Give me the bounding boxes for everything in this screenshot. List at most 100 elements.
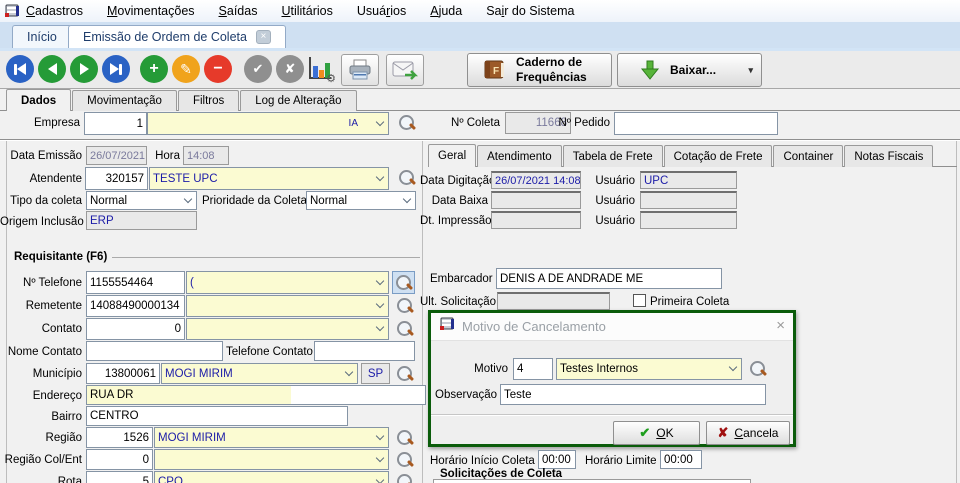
menu-movimentacoes[interactable]: Movimentações — [107, 4, 195, 18]
horario-limite-field[interactable]: 00:00 — [660, 450, 702, 469]
check-icon: ✔ — [253, 61, 264, 77]
empresa-combo[interactable]: IA — [147, 112, 389, 135]
geral-tab-strip: Geral Atendimento Tabela de Frete Cotaçã… — [428, 145, 957, 167]
tipo-coleta-combo[interactable]: Normal — [86, 191, 197, 210]
municipio-code-field[interactable]: 13800061 — [86, 363, 160, 384]
tab-log-alteracao[interactable]: Log de Alteração — [240, 90, 356, 111]
book-icon: F — [482, 58, 508, 82]
atendente-search-icon[interactable] — [398, 169, 416, 187]
chevron-down-icon — [376, 300, 384, 308]
telefone-field[interactable]: 1155554464 — [86, 271, 185, 294]
print-button[interactable] — [341, 54, 379, 86]
tab-movimentacao[interactable]: Movimentação — [72, 90, 177, 111]
rota-search-icon[interactable] — [396, 473, 414, 483]
tab-filtros[interactable]: Filtros — [178, 90, 239, 111]
primeira-coleta-checkbox[interactable] — [633, 294, 646, 307]
confirm-button[interactable]: ✔ — [244, 55, 272, 83]
chevron-down-icon — [376, 323, 384, 331]
menu-utilitarios[interactable]: Utilitários — [281, 4, 332, 18]
cancel-button[interactable]: ✘ — [276, 55, 304, 83]
empresa-code-field[interactable]: 1 — [84, 112, 147, 135]
baixar-button[interactable]: Baixar... ▾ — [617, 53, 762, 87]
remetente-combo[interactable] — [186, 295, 389, 317]
prioridade-value: Normal — [310, 195, 347, 207]
contato-field[interactable]: 0 — [86, 318, 185, 340]
telefone-search-icon[interactable] — [395, 274, 413, 292]
tab-close-icon[interactable]: × — [256, 30, 271, 44]
telefone-contato-field[interactable] — [314, 341, 415, 361]
page-tab-strip: Dados Movimentação Filtros Log de Altera… — [0, 90, 960, 111]
menu-ajuda[interactable]: Ajuda — [430, 4, 462, 18]
regiao-colent-search-icon[interactable] — [396, 451, 414, 469]
dialog-close-icon[interactable]: × — [776, 317, 785, 335]
previous-record-button[interactable] — [38, 55, 66, 83]
endereco-field[interactable]: RUA DR — [86, 385, 426, 405]
motivo-search-icon[interactable] — [749, 360, 767, 378]
telefone-combo[interactable]: ( — [186, 271, 389, 294]
tab-geral[interactable]: Geral — [428, 144, 476, 167]
telefone-contato-label: Telefone Contato — [226, 346, 312, 358]
municipio-search-icon[interactable] — [396, 365, 414, 383]
rota-combo[interactable]: CPQ — [154, 471, 389, 483]
download-arrow-icon — [640, 59, 660, 81]
remetente-field[interactable]: 14088490000134 — [86, 295, 185, 317]
usuario3-field — [640, 211, 737, 229]
atendente-code-field[interactable]: 320157 — [85, 167, 148, 190]
next-record-button[interactable] — [70, 55, 98, 83]
regiao-combo[interactable]: MOGI MIRIM — [154, 427, 389, 448]
menu-sair[interactable]: Sair do Sistema — [486, 4, 574, 18]
motivo-label: Motivo — [451, 363, 508, 375]
send-mail-button[interactable] — [386, 54, 424, 86]
delete-record-button[interactable]: − — [204, 55, 232, 83]
chart-tool-button[interactable]: ⚙ — [306, 55, 336, 85]
tipo-coleta-label: Tipo da coleta — [2, 195, 82, 207]
embarcador-field[interactable]: DENIS A DE ANDRADE ME — [496, 268, 722, 289]
horario-inicio-field[interactable]: 00:00 — [538, 450, 576, 469]
ok-button[interactable]: ✔ OK — [613, 421, 700, 445]
chevron-down-icon — [403, 194, 411, 202]
contato-search-icon[interactable] — [396, 320, 414, 338]
tab-atendimento[interactable]: Atendimento — [477, 145, 562, 167]
data-emissao-label: Data Emissão — [2, 150, 82, 162]
municipio-label: Município — [2, 368, 82, 380]
contato-combo[interactable] — [186, 318, 389, 340]
atendente-combo[interactable]: TESTE UPC — [149, 167, 389, 190]
usuario3-label: Usuário — [595, 215, 635, 227]
bairro-field[interactable]: CENTRO — [86, 406, 348, 426]
menu-saidas[interactable]: Saídas — [219, 4, 258, 18]
municipio-combo[interactable]: MOGI MIRIM — [161, 363, 358, 384]
tab-cotacao-frete[interactable]: Cotação de Frete — [664, 145, 773, 167]
tab-inicio[interactable]: Início — [12, 25, 72, 48]
remetente-search-icon[interactable] — [396, 297, 414, 315]
tab-notas-fiscais[interactable]: Notas Fiscais — [844, 145, 933, 167]
prioridade-combo[interactable]: Normal — [306, 191, 416, 210]
first-record-button[interactable] — [6, 55, 34, 83]
nome-contato-field[interactable] — [86, 341, 223, 361]
add-record-button[interactable]: + — [140, 55, 168, 83]
empresa-search-icon[interactable] — [398, 114, 416, 132]
nome-contato-label: Nome Contato — [2, 346, 82, 358]
last-record-button[interactable] — [102, 55, 130, 83]
toolbar: + ✎ − ✔ ✘ ⚙ F Caderno de Frequências Bai… — [0, 48, 960, 89]
regiao-search-icon[interactable] — [396, 429, 414, 447]
regiao-code-field[interactable]: 1526 — [86, 427, 153, 448]
rota-code-field[interactable]: 5 — [86, 471, 153, 483]
dialog-title-bar[interactable]: Motivo de Cancelamento × — [431, 313, 793, 341]
menu-cadastros[interactable]: Cadastros — [26, 4, 83, 18]
motivo-combo[interactable]: Testes Internos — [556, 358, 742, 380]
observacao-field[interactable]: Teste — [500, 384, 766, 405]
app-window: Cadastros Movimentações Saídas Utilitári… — [0, 0, 960, 483]
tab-tabela-frete[interactable]: Tabela de Frete — [563, 145, 663, 167]
menu-usuarios[interactable]: Usuários — [357, 4, 406, 18]
regiao-colent-combo[interactable] — [154, 449, 389, 470]
cancela-button[interactable]: ✘ Cancela — [706, 421, 790, 445]
tab-emissao-ordem-coleta[interactable]: Emissão de Ordem de Coleta × — [68, 25, 286, 48]
tab-dados[interactable]: Dados — [6, 89, 71, 111]
regiao-colent-code-field[interactable]: 0 — [86, 449, 153, 470]
motivo-code-field[interactable]: 4 — [513, 358, 553, 380]
edit-record-button[interactable]: ✎ — [172, 55, 200, 83]
usuario1-label: Usuário — [595, 175, 635, 187]
pedido-field[interactable] — [614, 112, 778, 135]
tab-container[interactable]: Container — [773, 145, 843, 167]
caderno-frequencias-button[interactable]: F Caderno de Frequências — [467, 53, 612, 87]
